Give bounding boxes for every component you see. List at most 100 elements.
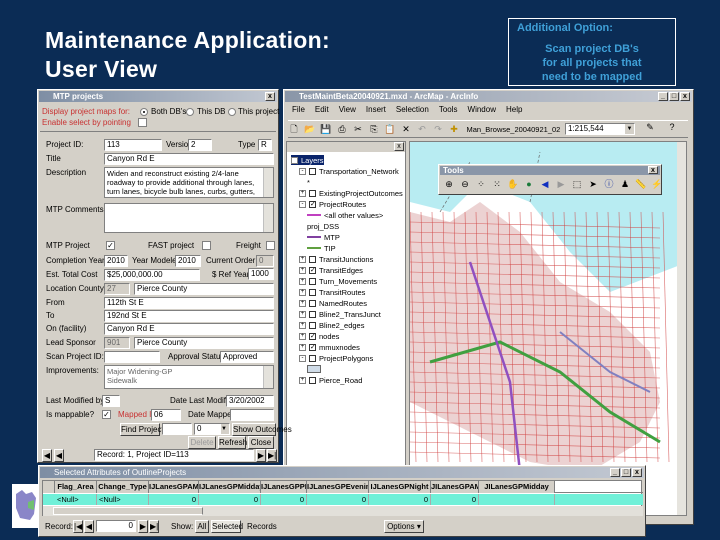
dialog-title-bar[interactable]: MTP projects x	[39, 91, 277, 102]
column-header[interactable]: Change_Type	[97, 481, 149, 493]
open-icon[interactable]: 📂	[304, 123, 316, 135]
measure-icon[interactable]: 📏	[635, 178, 647, 190]
completion-year-field[interactable]: 2010	[104, 255, 128, 267]
expand-icon[interactable]: +	[299, 189, 306, 197]
fixed-zoom-in-icon[interactable]: ⁘	[475, 178, 487, 190]
chevron-down-icon[interactable]: ▼	[625, 124, 634, 134]
expand-icon[interactable]: +	[299, 255, 306, 263]
maximize-button[interactable]: □	[621, 468, 631, 477]
hyperlink-icon[interactable]: ⚡	[651, 178, 663, 190]
prev-record-button[interactable]: ◀	[54, 449, 64, 462]
toc-layer-item[interactable]: - Layers	[291, 155, 324, 165]
collapse-icon[interactable]: -	[299, 200, 306, 208]
map-vertical-scrollbar[interactable]	[677, 142, 686, 515]
forward-icon[interactable]: ▶	[555, 178, 567, 190]
improvements-scrollbar[interactable]	[263, 366, 273, 388]
options-button[interactable]: Options ▾	[384, 520, 424, 533]
back-icon[interactable]: ◀	[539, 178, 551, 190]
date-modified-field[interactable]: 3/20/2002	[226, 395, 274, 407]
copy-icon[interactable]: ⎘	[368, 123, 380, 135]
last-record-button[interactable]: ▶|	[149, 520, 159, 533]
menu-selection[interactable]: Selection	[396, 105, 429, 114]
collapse-icon[interactable]: -	[299, 167, 306, 175]
sponsor-name-field[interactable]: Pierce County	[134, 337, 274, 349]
table-cell[interactable]: 0	[149, 494, 199, 505]
column-header[interactable]: Flag_Area	[55, 481, 97, 493]
select-elements-icon[interactable]: ➤	[587, 178, 599, 190]
last-record-button[interactable]: ▶|	[267, 449, 277, 462]
layer-visibility-checkbox[interactable]	[309, 376, 316, 384]
table-cell[interactable]: 0	[199, 494, 261, 505]
fixed-zoom-out-icon[interactable]: ⁙	[491, 178, 503, 190]
layer-visibility-checkbox[interactable]	[309, 299, 316, 307]
description-scrollbar[interactable]	[263, 168, 273, 197]
toc-layer-item[interactable]: + Bline2_edges	[299, 320, 364, 330]
delete-icon[interactable]: ✕	[400, 123, 412, 135]
tools-close-button[interactable]: x	[648, 166, 658, 174]
minimize-button[interactable]: _	[610, 468, 620, 477]
table-cell[interactable]: <Null>	[97, 494, 149, 505]
undo-icon[interactable]: ↶	[416, 123, 428, 135]
next-record-button[interactable]: ▶	[138, 520, 148, 533]
layer-visibility-checkbox[interactable]: ✓	[309, 343, 316, 351]
column-header[interactable]: IJLanesGPAM	[149, 481, 199, 493]
expand-icon[interactable]: +	[299, 343, 306, 351]
menu-insert[interactable]: Insert	[366, 105, 386, 114]
table-row[interactable]: <Null> <Null> 0 0 0 0 0 0	[43, 494, 643, 505]
delete-button[interactable]: Delete	[188, 436, 216, 449]
chevron-down-icon[interactable]: ▼	[221, 424, 229, 434]
horizontal-scrollbar[interactable]	[43, 506, 643, 516]
comments-scrollbar[interactable]	[263, 204, 273, 232]
project-combo[interactable]: 0 ▼	[194, 423, 230, 435]
menu-window[interactable]: Window	[468, 105, 496, 114]
column-header[interactable]: IJLanesGPMidday	[199, 481, 261, 493]
prev-record-button[interactable]: ◀	[84, 520, 94, 533]
toc-layer-item[interactable]: + ✓ nodes	[299, 331, 339, 341]
mtp-project-checkbox[interactable]: ✓	[106, 241, 115, 250]
improvement-item[interactable]: Sidewalk	[107, 376, 261, 385]
show-selected-button[interactable]: Selected	[211, 520, 243, 533]
enable-select-checkbox[interactable]	[138, 118, 147, 127]
print-icon[interactable]: ⎙	[336, 123, 348, 135]
layer-visibility-checkbox[interactable]	[309, 189, 316, 197]
radio-this-project-label[interactable]: This project	[238, 107, 279, 116]
from-field[interactable]: 112th St E	[104, 297, 274, 309]
layer-visibility-checkbox[interactable]: ✓	[309, 266, 316, 274]
column-header[interactable]: JILanesGPMidday	[479, 481, 555, 493]
map-canvas[interactable]	[410, 142, 687, 516]
menu-tools[interactable]: Tools	[439, 105, 458, 114]
minimize-button[interactable]: _	[658, 92, 668, 101]
show-all-button[interactable]: All	[195, 520, 209, 533]
pan-icon[interactable]: ✋	[507, 178, 519, 190]
close-dialog-button[interactable]: Close	[248, 436, 274, 449]
radio-both-dbs-label[interactable]: Both DB's	[151, 107, 186, 116]
table-cell[interactable]: 0	[261, 494, 307, 505]
est-cost-field[interactable]: $25,000,000.00	[104, 269, 200, 281]
toc-layer-item[interactable]: <all other values>	[307, 210, 383, 220]
record-field[interactable]: 0	[96, 520, 136, 532]
identify-icon[interactable]: ⓘ	[603, 178, 615, 190]
paste-icon[interactable]: 📋	[384, 123, 396, 135]
dialog-close-button[interactable]: x	[265, 92, 275, 101]
expand-icon[interactable]: +	[299, 299, 306, 307]
last-modified-by-field[interactable]: S	[102, 395, 120, 407]
layer-visibility-checkbox[interactable]	[309, 354, 316, 362]
ref-year-field[interactable]: 1000	[248, 268, 274, 280]
toc-layer-item[interactable]: + Pierce_Road	[299, 375, 362, 385]
add-data-icon[interactable]: ✚	[448, 123, 460, 135]
expand-icon[interactable]: +	[299, 310, 306, 318]
toc-layer-item[interactable]: - ProjectPolygons	[299, 353, 373, 363]
freight-checkbox[interactable]	[266, 241, 275, 250]
maximize-button[interactable]: □	[669, 92, 679, 101]
cut-icon[interactable]: ✂	[352, 123, 364, 135]
title-field[interactable]: Canyon Rd E	[104, 153, 274, 165]
approval-status-field[interactable]: Approved	[220, 351, 274, 363]
fast-project-checkbox[interactable]	[202, 241, 211, 250]
close-button[interactable]: x	[632, 468, 642, 477]
on-facility-field[interactable]: Canyon Rd E	[104, 323, 274, 335]
first-record-button[interactable]: ◀	[42, 449, 52, 462]
layer-visibility-checkbox[interactable]	[309, 310, 316, 318]
layer-visibility-checkbox[interactable]	[309, 255, 316, 263]
toc-close-button[interactable]: x	[394, 142, 404, 151]
zoom-in-icon[interactable]: ⊕	[443, 178, 455, 190]
